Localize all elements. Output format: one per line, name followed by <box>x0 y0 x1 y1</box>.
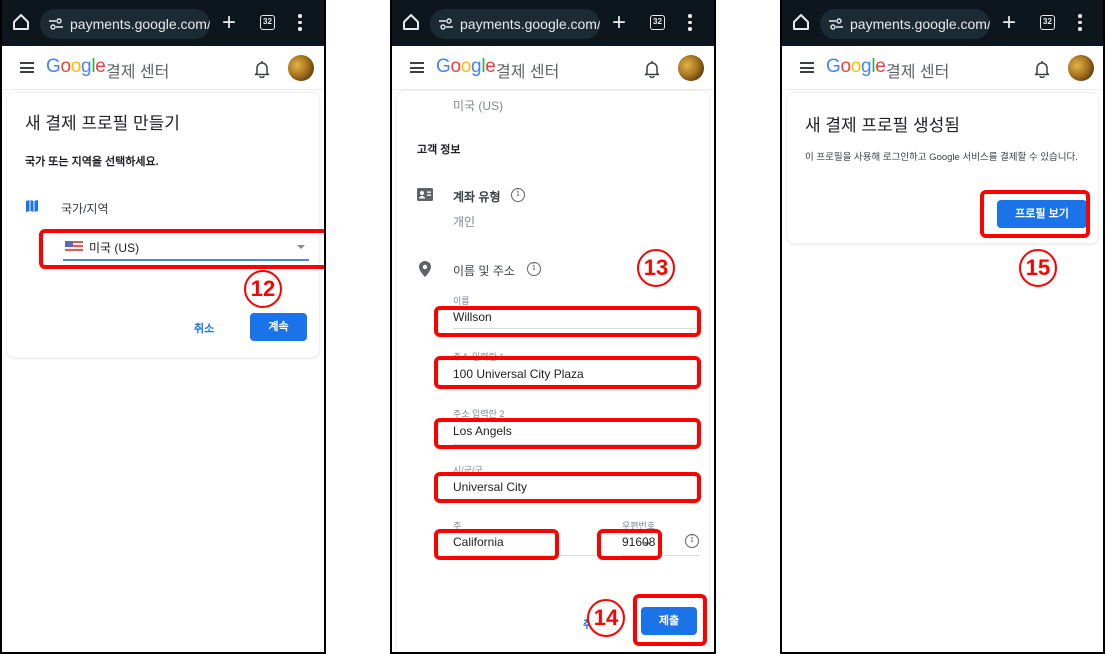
chevron-down-icon <box>297 245 305 249</box>
state-value: California <box>453 535 504 549</box>
menu-icon[interactable] <box>800 62 814 73</box>
new-tab-icon[interactable]: + <box>222 9 236 37</box>
more-menu-icon[interactable] <box>688 14 692 32</box>
info-icon[interactable]: i <box>511 188 525 202</box>
name-address-label: 이름 및 주소 <box>453 264 515 278</box>
step-marker-15: 15 <box>1019 249 1057 287</box>
location-pin-icon <box>419 261 431 277</box>
google-logo[interactable]: Google <box>826 56 886 78</box>
app-header: Google 결제 센터 <box>782 46 1103 90</box>
section-title-customer-info: 고객 정보 <box>417 144 461 156</box>
account-card-icon <box>417 188 433 201</box>
more-menu-icon[interactable] <box>298 14 302 32</box>
name-input[interactable]: Willson <box>453 309 699 329</box>
more-menu-icon[interactable] <box>1078 14 1082 32</box>
state-label: 주 <box>453 521 462 531</box>
customer-info-form: 미국 (US) 고객 정보 계좌 유형 i 개인 이름 및 주소 i 이름 Wi… <box>396 90 710 652</box>
address2-label: 주소 입력란 2 <box>453 409 505 419</box>
notifications-bell-icon[interactable] <box>254 60 270 78</box>
state-select[interactable]: California <box>453 534 651 556</box>
view-profile-button[interactable]: 프로필 보기 <box>997 200 1087 228</box>
tab-switcher-icon[interactable]: 32 <box>260 15 275 30</box>
info-icon[interactable]: i <box>685 534 699 548</box>
us-flag-icon <box>65 241 83 252</box>
browser-toolbar: payments.google.com/g + 32 <box>392 0 714 46</box>
screen-profile-created: payments.google.com/g + 32 Google 결제 센터 … <box>780 0 1105 654</box>
profile-created-card: 새 결제 프로필 생성됨 이 프로필을 사용해 로그인하고 Google 서비스… <box>786 92 1099 244</box>
page-title: 새 결제 프로필 생성됨 <box>805 116 960 135</box>
url-text: payments.google.com/g <box>850 16 990 32</box>
city-label: 시/군/구 <box>453 465 483 475</box>
home-icon[interactable] <box>792 13 810 31</box>
instruction-text: 국가 또는 지역을 선택하세요. <box>25 156 159 168</box>
country-select[interactable]: 미국 (US) <box>63 233 309 261</box>
country-label: 국가/지역 <box>61 202 109 216</box>
submit-button[interactable]: 제출 <box>641 607 697 635</box>
url-text: payments.google.com/g <box>70 16 210 32</box>
continue-button[interactable]: 계속 <box>250 313 307 341</box>
page-title: 새 결제 프로필 만들기 <box>25 114 180 133</box>
name-label: 이름 <box>453 296 470 306</box>
app-header: Google 결제 센터 <box>2 46 324 90</box>
menu-icon[interactable] <box>410 62 424 73</box>
google-logo[interactable]: Google <box>46 56 106 78</box>
app-subtitle: 결제 센터 <box>886 64 950 81</box>
url-text: payments.google.com/g <box>460 16 600 32</box>
address-bar[interactable]: payments.google.com/g <box>40 9 210 39</box>
account-type-label: 계좌 유형 <box>453 190 501 204</box>
app-subtitle: 결제 센터 <box>106 64 170 81</box>
create-profile-card: 새 결제 프로필 만들기 국가 또는 지역을 선택하세요. 국가/지역 미국 (… <box>6 92 320 358</box>
zip-label: 우편번호 <box>622 521 656 531</box>
site-settings-icon[interactable] <box>49 18 63 30</box>
tab-switcher-icon[interactable]: 32 <box>650 15 665 30</box>
account-avatar[interactable] <box>678 55 704 81</box>
cancel-button[interactable]: 취소 <box>194 320 214 336</box>
site-settings-icon[interactable] <box>439 18 453 30</box>
address-bar[interactable]: payments.google.com/g <box>430 9 600 39</box>
map-icon <box>26 200 38 212</box>
country-value: 미국 (US) <box>89 241 140 255</box>
home-icon[interactable] <box>12 13 30 31</box>
tab-switcher-icon[interactable]: 32 <box>1040 15 1055 30</box>
address2-input[interactable]: Los Angels <box>453 423 699 445</box>
screen-customer-info: payments.google.com/g + 32 Google 결제 센터 … <box>390 0 716 654</box>
notifications-bell-icon[interactable] <box>644 60 660 78</box>
account-avatar[interactable] <box>1068 55 1094 81</box>
new-tab-icon[interactable]: + <box>1002 9 1016 37</box>
browser-toolbar: payments.google.com/g + 32 <box>782 0 1103 46</box>
app-header: Google 결제 센터 <box>392 46 714 90</box>
screen-create-profile: payments.google.com/g + 32 Google 결제 센터 … <box>0 0 326 654</box>
address-bar[interactable]: payments.google.com/g <box>820 9 990 39</box>
step-marker-14: 14 <box>587 599 625 637</box>
description-text: 이 프로필을 사용해 로그인하고 Google 서비스를 결제할 수 있습니다. <box>805 152 1078 163</box>
selected-country: 미국 (US) <box>453 99 504 113</box>
menu-icon[interactable] <box>20 62 34 73</box>
tab-count: 32 <box>1043 17 1052 26</box>
info-icon[interactable]: i <box>527 262 541 276</box>
address1-input[interactable]: 100 Universal City Plaza <box>453 366 699 386</box>
city-input[interactable]: Universal City <box>453 479 699 501</box>
site-settings-icon[interactable] <box>829 18 843 30</box>
browser-toolbar: payments.google.com/g + 32 <box>2 0 324 46</box>
step-marker-12: 12 <box>244 270 282 308</box>
home-icon[interactable] <box>402 13 420 31</box>
notifications-bell-icon[interactable] <box>1034 60 1050 78</box>
account-type-value: 개인 <box>453 215 476 229</box>
tab-count: 32 <box>263 17 272 26</box>
google-logo[interactable]: Google <box>436 56 496 78</box>
tab-count: 32 <box>653 17 662 26</box>
address1-label: 주소 입력란 1 <box>453 352 505 362</box>
app-subtitle: 결제 센터 <box>496 64 560 81</box>
step-marker-13: 13 <box>637 249 675 287</box>
new-tab-icon[interactable]: + <box>612 9 626 37</box>
account-avatar[interactable] <box>288 55 314 81</box>
